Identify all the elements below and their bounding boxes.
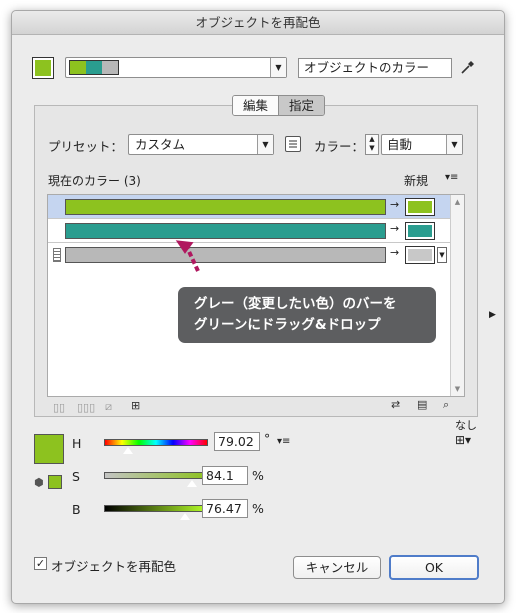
list-scrollbar[interactable]: ▲ ▼ — [450, 195, 464, 396]
b-unit: % — [252, 501, 264, 516]
b-label: B — [72, 502, 81, 517]
new-color-swatch[interactable] — [405, 246, 435, 264]
random-order-icon[interactable]: ⇄ — [391, 398, 400, 411]
brightness-slider[interactable] — [104, 505, 208, 521]
cancel-button[interactable]: キャンセル — [293, 556, 381, 579]
exclude-color-icon[interactable]: ⧄ — [105, 400, 112, 414]
preset-value: カスタム — [135, 137, 186, 152]
colors-dropdown[interactable]: 自動 ▼ — [381, 134, 463, 155]
color-row-green[interactable]: → — [48, 195, 451, 219]
target-name-field[interactable]: オブジェクトのカラー — [298, 58, 452, 78]
current-color-bar[interactable] — [65, 199, 386, 215]
new-row-icon[interactable]: ⊞ — [131, 399, 140, 412]
chevron-down-icon[interactable]: ▼ — [437, 247, 447, 263]
ok-button[interactable]: OK — [389, 555, 479, 580]
current-colors-header: 現在のカラー (3) — [48, 174, 141, 188]
color-library-icon[interactable]: ⊞▾ — [455, 433, 471, 447]
list-menu-icon[interactable]: ▾≡ — [445, 172, 458, 183]
recolor-dialog: オブジェクトを再配色 ▼ オブジェクトのカラー 編集 指定 プリセット： カスタ… — [11, 10, 505, 604]
hue-thumb[interactable] — [121, 446, 134, 455]
small-fill-swatch[interactable] — [48, 475, 62, 489]
colors-stepper[interactable]: ▲ ▼ — [365, 134, 379, 155]
active-color-swatch[interactable] — [34, 434, 64, 464]
eyedropper-icon[interactable] — [459, 58, 477, 76]
separate-colors-icon[interactable]: ▯▯▯ — [77, 401, 95, 414]
mode-tabs: 編集 指定 — [232, 95, 326, 116]
preset-label: プリセット： — [48, 139, 124, 154]
dialog-title: オブジェクトを再配色 — [12, 11, 504, 35]
s-unit: % — [252, 468, 264, 483]
none-label: なし — [455, 419, 477, 432]
chevron-down-icon: ▼ — [270, 58, 286, 77]
find-color-icon[interactable]: ⌕ — [443, 398, 449, 412]
s-value-field[interactable]: 84.1 — [202, 466, 248, 485]
new-color-swatch[interactable] — [405, 198, 435, 216]
instruction-tooltip: グレー（変更したい色）のバーを グリーンにドラッグ&ドロップ — [178, 287, 436, 343]
tab-assign[interactable]: 指定 — [278, 96, 325, 115]
tooltip-line-1: グレー（変更したい色）のバーを — [194, 296, 397, 312]
arrow-right-icon[interactable]: → — [390, 198, 399, 211]
b-value-field[interactable]: 76.47 — [202, 499, 248, 518]
preset-dropdown[interactable]: カスタム ▼ — [128, 134, 274, 155]
slider-menu-icon[interactable]: ▾≡ — [277, 436, 290, 447]
color-group-preview — [69, 60, 119, 75]
preset-options-icon[interactable] — [285, 136, 301, 152]
merge-colors-icon[interactable]: ▯▯ — [53, 401, 65, 414]
brightness-thumb[interactable] — [178, 512, 191, 521]
color-mode-cube-icon[interactable]: ⬢ — [34, 476, 44, 489]
h-label: H — [72, 436, 82, 451]
s-label: S — [72, 469, 80, 484]
chevron-down-icon: ▼ — [446, 135, 462, 154]
arrow-right-icon[interactable]: → — [390, 222, 399, 235]
drag-arrow-icon — [172, 233, 212, 277]
drag-handle-icon[interactable] — [53, 248, 61, 262]
h-value-field[interactable]: 79.02 — [214, 432, 260, 451]
new-colors-header: 新規 — [404, 174, 429, 188]
colors-label: カラー： — [314, 139, 365, 154]
tab-edit[interactable]: 編集 — [233, 96, 279, 115]
current-color-swatch[interactable] — [32, 57, 54, 79]
scroll-down-icon[interactable]: ▼ — [451, 385, 464, 393]
color-row-gray[interactable]: → ▼ — [48, 243, 451, 267]
color-group-dropdown[interactable]: ▼ — [65, 57, 287, 78]
arrow-right-icon[interactable]: → — [390, 246, 399, 259]
scroll-up-icon[interactable]: ▲ — [451, 198, 464, 206]
chevron-down-icon: ▼ — [257, 135, 273, 154]
color-row-teal[interactable]: → — [48, 219, 451, 243]
recolor-checkbox[interactable]: ✓ — [34, 557, 47, 570]
current-color-bar[interactable] — [65, 247, 386, 263]
expand-right-icon[interactable]: ▶ — [489, 310, 496, 320]
recolor-checkbox-label: オブジェクトを再配色 — [51, 559, 177, 574]
saturation-thumb[interactable] — [186, 479, 199, 488]
h-unit: ° — [264, 431, 271, 446]
current-color-bar[interactable] — [65, 223, 386, 239]
hue-slider[interactable] — [104, 439, 208, 455]
saturation-slider[interactable] — [104, 472, 208, 488]
new-color-swatch[interactable] — [405, 222, 435, 240]
random-saturation-icon[interactable]: ▤ — [417, 398, 427, 411]
assign-panel: 編集 指定 プリセット： カスタム ▼ カラー： ▲ ▼ 自動 ▼ 現在のカラー … — [34, 95, 478, 417]
tooltip-line-2: グリーンにドラッグ&ドロップ — [194, 317, 381, 333]
